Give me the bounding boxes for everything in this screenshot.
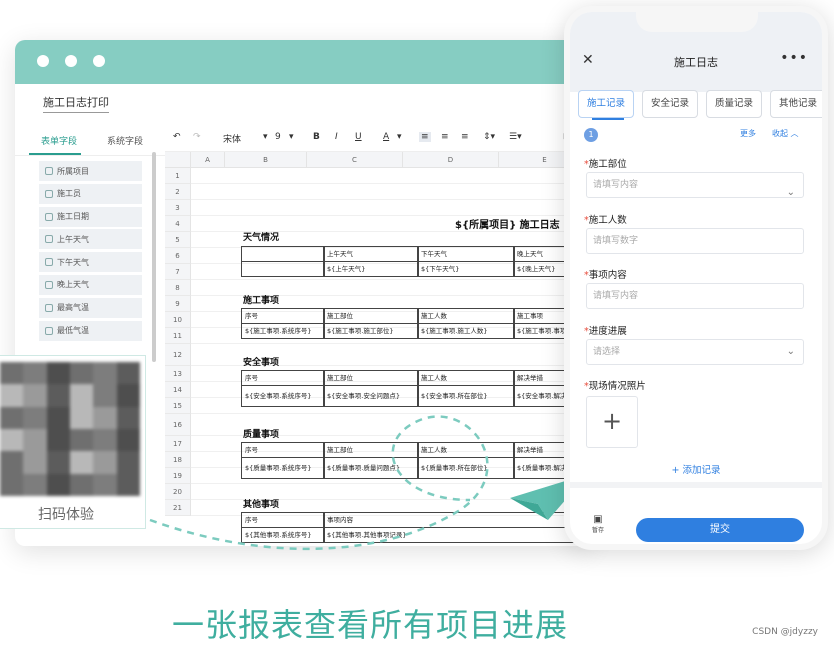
field-label: *进度进展	[584, 326, 627, 337]
field-label-text: 施工人数	[588, 215, 627, 226]
divider	[570, 482, 822, 488]
more-icon[interactable]: •••	[780, 50, 808, 66]
input-placeholder: 请选择	[593, 347, 621, 357]
input-placeholder: 请填写数字	[593, 236, 639, 246]
phone-tabs: 施工记录 安全记录 质量记录 其他记录	[578, 90, 822, 120]
tab-safety-record[interactable]: 安全记录	[642, 90, 698, 118]
slogan: 一张报表查看所有项目进展	[171, 606, 568, 644]
plus-icon: +	[671, 465, 683, 476]
record-number-badge: 1	[584, 128, 598, 142]
save-icon: ▣	[593, 514, 603, 525]
submit-button[interactable]: 提交	[636, 518, 804, 542]
collapse-label: 收起	[772, 129, 788, 138]
phone-mockup: ✕ 施工日志 ••• 施工记录 安全记录 质量记录 其他记录 1 更多 收起 ︿…	[564, 6, 828, 550]
field-label: *事项内容	[584, 270, 627, 281]
collapse-link[interactable]: 收起 ︿	[772, 128, 799, 139]
add-record-button[interactable]: + 添加记录	[570, 462, 822, 476]
save-label: 暂存	[592, 527, 605, 534]
tab-other-record[interactable]: 其他记录	[770, 90, 822, 118]
field-label-text: 现场情况照片	[588, 381, 646, 392]
chevron-up-icon: ︿	[790, 129, 799, 138]
plus-icon: +	[601, 407, 623, 435]
worker-count-input[interactable]: 请填写数字	[586, 228, 804, 254]
watermark: CSDN @jdyzzy	[752, 627, 818, 637]
input-placeholder: 请填写内容	[593, 180, 639, 190]
field-label: *施工部位	[584, 159, 627, 170]
field-label: *施工人数	[584, 215, 627, 226]
phone-notch	[636, 12, 758, 32]
tab-underline	[592, 118, 624, 120]
photo-upload-button[interactable]: +	[586, 396, 638, 448]
chevron-down-icon: ⌄	[786, 346, 795, 357]
field-label-text: 施工部位	[588, 159, 627, 170]
tab-quality-record[interactable]: 质量记录	[706, 90, 762, 118]
field-label: *现场情况照片	[584, 381, 646, 392]
add-record-label: 添加记录	[682, 465, 721, 476]
more-link[interactable]: 更多	[740, 128, 756, 139]
field-label-text: 事项内容	[588, 270, 627, 281]
construction-part-input[interactable]: 请填写内容 ⌄	[586, 172, 804, 198]
save-draft-button[interactable]: ▣ 暂存	[592, 514, 604, 534]
item-content-input[interactable]: 请填写内容	[586, 283, 804, 309]
field-label-text: 进度进展	[588, 326, 627, 337]
chevron-down-icon: ⌄	[786, 187, 795, 198]
input-placeholder: 请填写内容	[593, 291, 639, 301]
tab-construction-record[interactable]: 施工记录	[578, 90, 634, 118]
progress-select[interactable]: 请选择 ⌄	[586, 339, 804, 365]
